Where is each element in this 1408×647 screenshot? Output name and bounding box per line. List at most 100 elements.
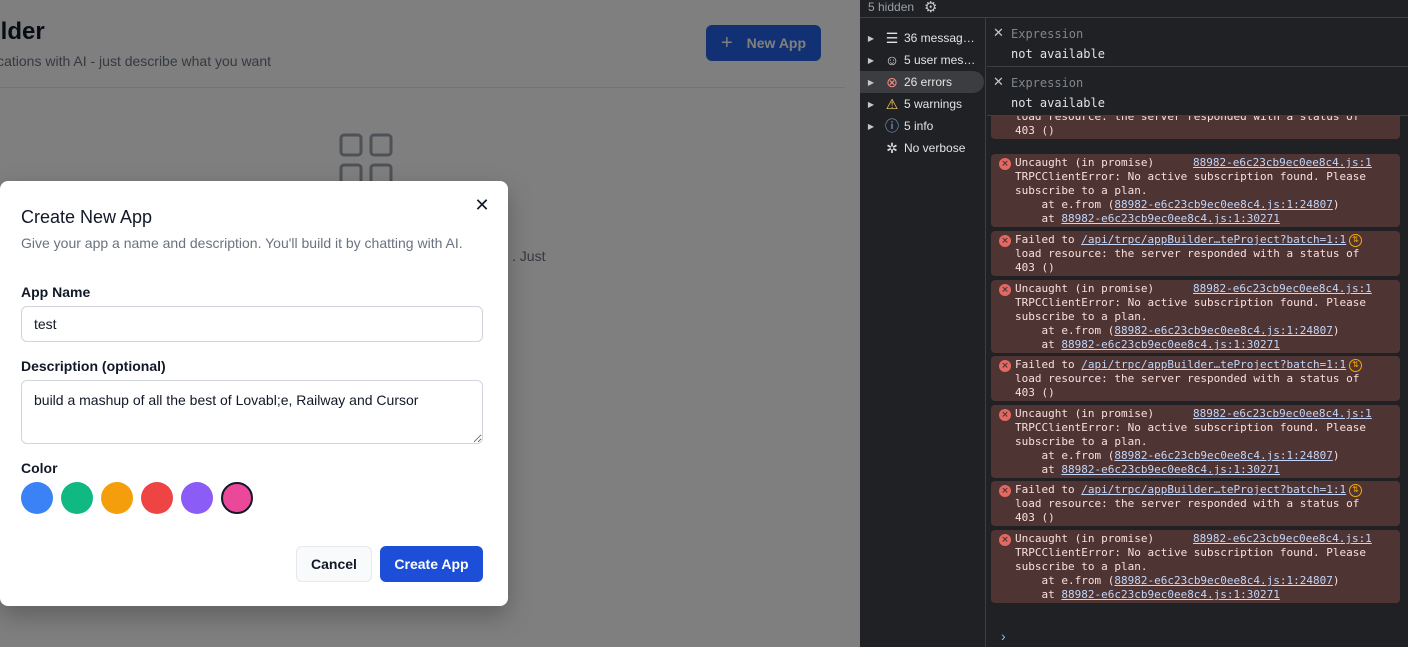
stack-line: at e.from (88982-e6c23cb9ec0ee8c4.js:1:2… bbox=[1015, 574, 1339, 588]
stack-link[interactable]: 88982-e6c23cb9ec0ee8c4.js:1:30271 bbox=[1061, 463, 1280, 476]
console-main: ✕ Expression not available ✕ Expression … bbox=[987, 18, 1408, 647]
uncaught-error-entry: × Uncaught (in promise) 88982-e6c23cb9ec0e… bbox=[991, 280, 1400, 353]
network-panel-icon[interactable]: ⇅ bbox=[1349, 359, 1362, 372]
source-link[interactable]: 88982-e6c23cb9ec0ee8c4.js:1 bbox=[1193, 407, 1372, 421]
hidden-count: 5 hidden bbox=[868, 0, 915, 14]
network-error-entry: × Failed to /api/trpc/appBuilder…teProjec… bbox=[991, 356, 1400, 401]
sidebar-item-messages[interactable]: ▶ ☰ 36 messag… bbox=[860, 27, 984, 49]
expand-arrow-icon[interactable]: ▶ bbox=[860, 122, 882, 131]
request-url-link[interactable]: /api/trpc/appBuilder…teProject?batch=1:1 bbox=[1081, 483, 1346, 496]
source-link[interactable]: 88982-e6c23cb9ec0ee8c4.js:1 bbox=[1193, 156, 1372, 170]
entry-text: at e.from ( bbox=[1015, 574, 1115, 587]
app-name-label: App Name bbox=[21, 284, 91, 300]
expand-arrow-icon[interactable]: ▶ bbox=[860, 78, 882, 87]
close-icon[interactable]: ✕ bbox=[993, 74, 1004, 90]
entry-text: at e.from ( bbox=[1015, 324, 1115, 337]
devtools-panel: 5 hidden ⚙ ▶ ☰ 36 messag… ▶ ☺ 5 user mes… bbox=[860, 0, 1408, 647]
entry-text: subscribe to a plan. bbox=[1015, 184, 1148, 197]
expression-input[interactable]: Expression bbox=[1011, 27, 1083, 41]
network-error-entry: ×Failed to /api/trpc/appBuilder.createPr… bbox=[991, 116, 1400, 139]
sidebar-item-info[interactable]: ▶ ⓘ 5 info bbox=[860, 115, 984, 137]
request-url-link[interactable]: /api/trpc/appBuilder…teProject?batch=1:1 bbox=[1081, 233, 1346, 246]
entry-text: subscribe to a plan. bbox=[1015, 435, 1148, 448]
gear-icon[interactable]: ⚙ bbox=[924, 0, 937, 16]
error-icon: × bbox=[999, 158, 1011, 170]
uncaught-error-entry: × Uncaught (in promise) 88982-e6c23cb9ec0e… bbox=[991, 405, 1400, 478]
entry-text: at bbox=[1015, 212, 1062, 225]
stack-line: at 88982-e6c23cb9ec0ee8c4.js:1:30271 bbox=[1015, 463, 1280, 477]
expand-arrow-icon[interactable]: ▶ bbox=[860, 34, 882, 43]
expand-arrow-icon[interactable]: ▶ bbox=[860, 56, 882, 65]
entry-text: at bbox=[1015, 338, 1062, 351]
description-textarea[interactable]: build a mashup of all the best of Lovabl… bbox=[21, 380, 483, 444]
expression-input[interactable]: Expression bbox=[1011, 76, 1083, 90]
color-swatch[interactable] bbox=[181, 482, 213, 514]
network-panel-icon[interactable]: ⇅ bbox=[1349, 234, 1362, 247]
close-icon[interactable]: ✕ bbox=[993, 25, 1004, 41]
cancel-button[interactable]: Cancel bbox=[296, 546, 372, 582]
dialog-title: Create New App bbox=[21, 207, 153, 227]
error-icon: × bbox=[999, 360, 1011, 372]
list-icon: ☰ bbox=[885, 29, 899, 46]
entry-line: Failed to /api/trpc/appBuilder…teProject… bbox=[1015, 483, 1346, 497]
color-swatch[interactable] bbox=[101, 482, 133, 514]
entry-text: at bbox=[1015, 463, 1062, 476]
description-label: Description (optional) bbox=[21, 358, 166, 374]
sidebar-item-verbose[interactable]: ✲ No verbose bbox=[860, 137, 984, 159]
stack-link[interactable]: 88982-e6c23cb9ec0ee8c4.js:1:30271 bbox=[1061, 212, 1280, 225]
sidebar-item-warnings[interactable]: ▶ ⚠ 5 warnings bbox=[860, 93, 984, 115]
expression-value: not available bbox=[1011, 47, 1105, 61]
sidebar-item-label: 5 user mes… bbox=[904, 53, 976, 67]
error-icon: × bbox=[999, 235, 1011, 247]
create-app-button[interactable]: Create App bbox=[380, 546, 483, 582]
stack-link[interactable]: 88982-e6c23cb9ec0ee8c4.js:1:24807 bbox=[1114, 449, 1333, 462]
devtools-toolbar: 5 hidden ⚙ bbox=[860, 0, 1408, 18]
color-swatch[interactable] bbox=[221, 482, 253, 514]
stack-link[interactable]: 88982-e6c23cb9ec0ee8c4.js:1:24807 bbox=[1114, 198, 1333, 211]
entry-text: TRPCClientError: No active subscription … bbox=[1015, 170, 1366, 183]
color-label: Color bbox=[21, 460, 58, 476]
stack-link[interactable]: 88982-e6c23cb9ec0ee8c4.js:1:24807 bbox=[1114, 324, 1333, 337]
entry-text: Failed to bbox=[1015, 233, 1082, 246]
entry-text: 403 () bbox=[1015, 386, 1055, 399]
source-link[interactable]: 88982-e6c23cb9ec0ee8c4.js:1 bbox=[1193, 282, 1372, 296]
sidebar-item-errors[interactable]: ▶ ⊗ 26 errors bbox=[860, 71, 984, 93]
entry-text: 403 () bbox=[1015, 124, 1055, 137]
stack-line: at e.from (88982-e6c23cb9ec0ee8c4.js:1:2… bbox=[1015, 324, 1340, 338]
stack-line: at e.from (88982-e6c23cb9ec0ee8c4.js:1:2… bbox=[1015, 449, 1340, 463]
source-link[interactable]: 88982-e6c23cb9ec0ee8c4.js:1 bbox=[1193, 532, 1372, 546]
expand-arrow-icon[interactable]: ▶ bbox=[860, 100, 882, 109]
console-prompt[interactable]: › bbox=[1001, 628, 1006, 644]
stack-link[interactable]: 88982-e6c23cb9ec0ee8c4.js:1:30271 bbox=[1061, 588, 1280, 601]
dialog-description: Give your app a name and description. Yo… bbox=[21, 235, 463, 251]
entry-text: TRPCClientError: No active subscription … bbox=[1015, 421, 1366, 434]
uncaught-error-entry: × Uncaught (in promise) 88982-e6c23cb9ec0e… bbox=[991, 530, 1400, 603]
console-log: ×Failed to /api/trpc/appBuilder.createPr… bbox=[987, 116, 1408, 647]
entry-text: ) bbox=[1332, 198, 1340, 211]
close-icon[interactable]: ✕ bbox=[473, 196, 491, 214]
error-icon: × bbox=[999, 485, 1011, 497]
user-icon: ☺ bbox=[884, 52, 900, 68]
entry-text: ) bbox=[1332, 449, 1340, 462]
bug-icon: ✲ bbox=[886, 139, 898, 156]
info-icon: ⓘ bbox=[885, 118, 899, 134]
stack-line: at 88982-e6c23cb9ec0ee8c4.js:1:30271 bbox=[1015, 588, 1280, 602]
color-swatch[interactable] bbox=[61, 482, 93, 514]
stack-link[interactable]: 88982-e6c23cb9ec0ee8c4.js:1:24807 bbox=[1114, 574, 1333, 587]
entry-line: Failed to /api/trpc/appBuilder…teProject… bbox=[1015, 233, 1346, 247]
sidebar-item-user-messages[interactable]: ▶ ☺ 5 user mes… bbox=[860, 49, 984, 71]
network-panel-icon[interactable]: ⇅ bbox=[1349, 484, 1362, 497]
sidebar-item-label: No verbose bbox=[904, 141, 966, 155]
color-swatch[interactable] bbox=[141, 482, 173, 514]
entry-text: at bbox=[1015, 588, 1062, 601]
console-sidebar: ▶ ☰ 36 messag… ▶ ☺ 5 user mes… ▶ ⊗ 26 er… bbox=[860, 18, 986, 647]
live-expression: ✕ Expression not available bbox=[987, 67, 1408, 116]
entry-text: ) bbox=[1332, 324, 1340, 337]
expression-value: not available bbox=[1011, 96, 1105, 110]
app-name-input[interactable] bbox=[21, 306, 483, 342]
entry-text: TRPCClientError: No active subscription … bbox=[1015, 296, 1366, 309]
request-url-link[interactable]: /api/trpc/appBuilder…teProject?batch=1:1 bbox=[1081, 358, 1346, 371]
entry-text: Failed to bbox=[1015, 358, 1082, 371]
color-swatch[interactable] bbox=[21, 482, 53, 514]
stack-link[interactable]: 88982-e6c23cb9ec0ee8c4.js:1:30271 bbox=[1061, 338, 1280, 351]
